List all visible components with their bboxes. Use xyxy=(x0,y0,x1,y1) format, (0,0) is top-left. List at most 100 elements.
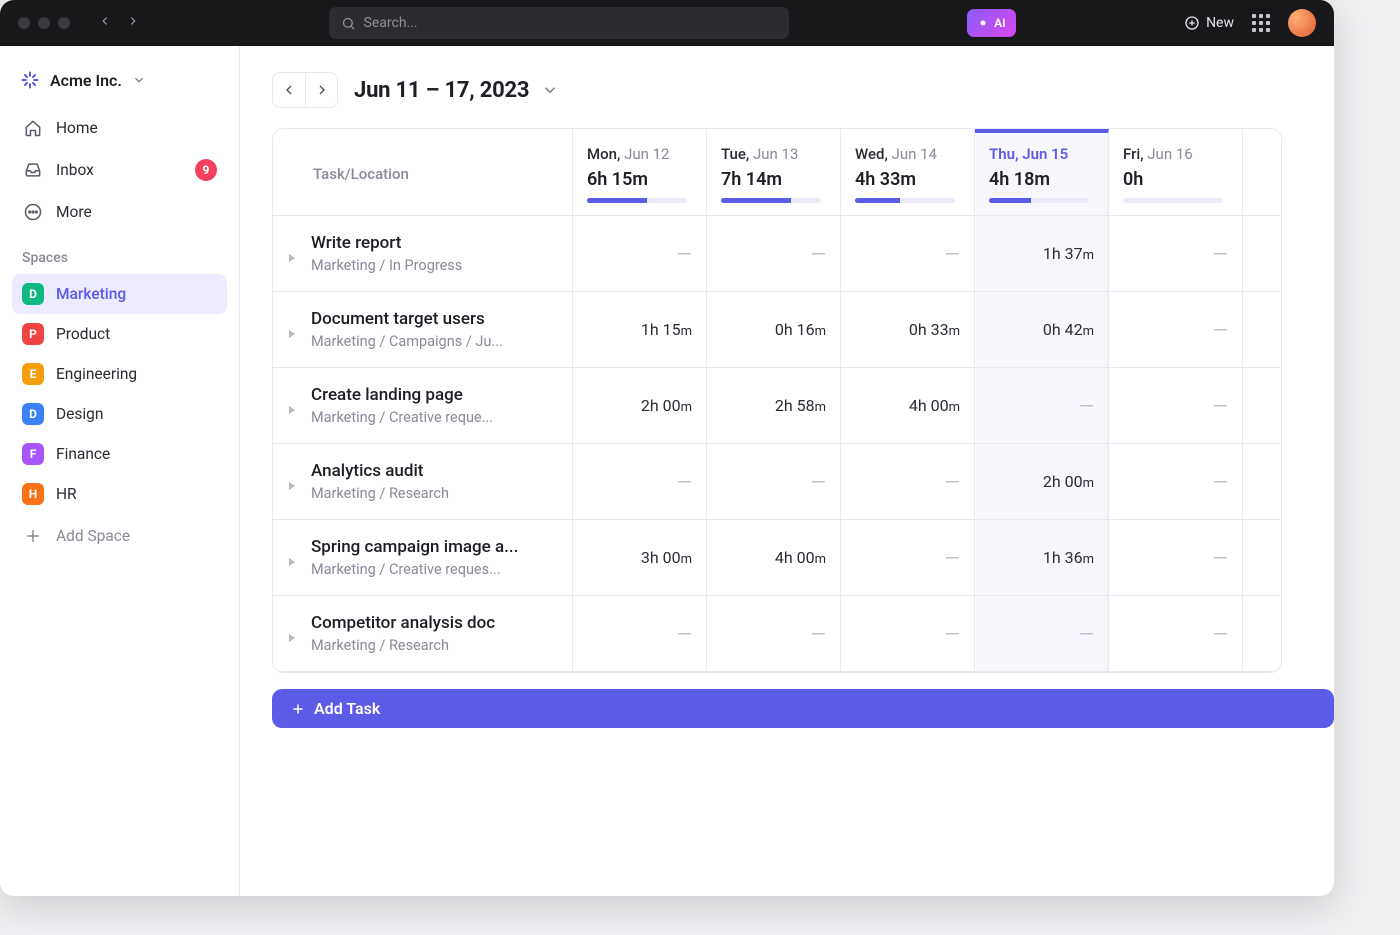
nav-inbox[interactable]: Inbox 9 xyxy=(12,150,227,190)
time-cell[interactable]: 1h 37m xyxy=(975,216,1109,292)
task-cell[interactable]: Document target usersMarketing / Campaig… xyxy=(273,292,573,368)
day-progress-bar xyxy=(721,198,821,203)
chevron-down-icon xyxy=(541,81,559,99)
time-cell[interactable]: — xyxy=(975,368,1109,444)
time-cell[interactable]: — xyxy=(841,596,975,672)
space-item[interactable]: E Engineering xyxy=(12,354,227,394)
day-column-header[interactable]: Wed, Jun 144h 33m xyxy=(841,129,975,216)
expand-caret-icon[interactable] xyxy=(287,476,299,488)
time-cell[interactable]: — xyxy=(573,444,707,520)
window-controls[interactable] xyxy=(18,17,70,29)
time-cell[interactable]: — xyxy=(1109,216,1243,292)
space-name: Finance xyxy=(56,445,110,463)
week-nav xyxy=(272,72,338,108)
ai-button[interactable]: AI xyxy=(967,9,1015,37)
task-cell[interactable]: Analytics auditMarketing / Research xyxy=(273,444,573,520)
workspace-logo-icon xyxy=(20,70,40,90)
table-row[interactable]: Document target usersMarketing / Campaig… xyxy=(273,292,1282,368)
day-column-header[interactable]: Thu, Jun 154h 18m xyxy=(975,129,1109,216)
time-cell[interactable]: 1h 15m xyxy=(573,292,707,368)
expand-caret-icon[interactable] xyxy=(287,324,299,336)
day-progress-bar xyxy=(587,198,687,203)
time-cell[interactable]: — xyxy=(1109,520,1243,596)
time-cell[interactable]: — xyxy=(1109,368,1243,444)
time-cell[interactable]: 2h 00m xyxy=(975,444,1109,520)
space-item[interactable]: FFinance xyxy=(12,434,227,474)
prev-week-button[interactable] xyxy=(273,73,305,107)
space-item[interactable]: HHR xyxy=(12,474,227,514)
apps-icon[interactable] xyxy=(1252,14,1270,32)
date-range[interactable]: Jun 11 – 17, 2023 xyxy=(354,78,559,103)
day-column-header[interactable]: Mon, Jun 126h 15m xyxy=(573,129,707,216)
workspace-name: Acme Inc. xyxy=(50,71,122,90)
table-row[interactable]: Analytics auditMarketing / Research———2h… xyxy=(273,444,1282,520)
space-item[interactable]: DDesign xyxy=(12,394,227,434)
time-cell[interactable]: 0h 42m xyxy=(975,292,1109,368)
history-nav xyxy=(98,14,140,32)
time-cell[interactable]: — xyxy=(841,216,975,292)
nav-more[interactable]: More xyxy=(12,192,227,232)
time-cell[interactable]: — xyxy=(1109,444,1243,520)
search-input[interactable]: Search... xyxy=(329,7,789,39)
next-week-button[interactable] xyxy=(305,73,337,107)
time-cell[interactable]: — xyxy=(573,596,707,672)
add-space-button[interactable]: Add Space xyxy=(12,516,227,556)
time-cell[interactable]: 4h 00m xyxy=(707,520,841,596)
table-row[interactable]: Competitor analysis docMarketing / Resea… xyxy=(273,596,1282,672)
space-name: Design xyxy=(56,405,103,423)
task-title: Analytics audit xyxy=(311,461,449,482)
forward-button[interactable] xyxy=(126,14,140,32)
task-title: Spring campaign image a... xyxy=(311,537,518,558)
task-path: Marketing / Research xyxy=(311,637,495,654)
expand-caret-icon[interactable] xyxy=(287,552,299,564)
table-row[interactable]: Create landing pageMarketing / Creative … xyxy=(273,368,1282,444)
day-progress-bar xyxy=(989,198,1089,203)
time-cell[interactable]: 0h 33m xyxy=(841,292,975,368)
expand-caret-icon[interactable] xyxy=(287,248,299,260)
nav-home[interactable]: Home xyxy=(12,108,227,148)
space-item[interactable]: PProduct xyxy=(12,314,227,354)
avatar[interactable] xyxy=(1288,9,1316,37)
task-cell[interactable]: Competitor analysis docMarketing / Resea… xyxy=(273,596,573,672)
time-cell[interactable]: — xyxy=(841,444,975,520)
time-cell[interactable]: 0h 16m xyxy=(707,292,841,368)
time-cell[interactable]: — xyxy=(1109,292,1243,368)
day-column-header[interactable]: Tue, Jun 137h 14m xyxy=(707,129,841,216)
time-cell[interactable]: 2h 00m xyxy=(573,368,707,444)
expand-caret-icon[interactable] xyxy=(287,628,299,640)
task-title: Document target users xyxy=(311,309,503,330)
back-button[interactable] xyxy=(98,14,112,32)
task-path: Marketing / In Progress xyxy=(311,257,462,274)
time-cell[interactable]: — xyxy=(707,216,841,292)
plus-icon xyxy=(22,525,44,547)
space-badge-icon: D xyxy=(22,283,44,305)
time-cell[interactable]: — xyxy=(707,596,841,672)
workspace-switcher[interactable]: Acme Inc. xyxy=(12,62,227,106)
time-cell[interactable]: — xyxy=(573,216,707,292)
date-header: Jun 11 – 17, 2023 xyxy=(240,72,1334,128)
new-button[interactable]: New xyxy=(1184,15,1234,31)
time-cell[interactable]: — xyxy=(841,520,975,596)
time-cell[interactable]: — xyxy=(707,444,841,520)
time-cell[interactable]: 2h 58m xyxy=(707,368,841,444)
task-cell[interactable]: Create landing pageMarketing / Creative … xyxy=(273,368,573,444)
time-cell[interactable]: — xyxy=(975,596,1109,672)
space-item[interactable]: DMarketing xyxy=(12,274,227,314)
inbox-icon xyxy=(22,159,44,181)
time-cell[interactable]: — xyxy=(1109,596,1243,672)
add-task-button[interactable]: Add Task xyxy=(272,689,1334,728)
task-cell[interactable]: Spring campaign image a... Marketing / Cr… xyxy=(273,520,573,596)
time-cell[interactable]: 1h 36m xyxy=(975,520,1109,596)
day-column-header[interactable]: Fri, Jun 160h xyxy=(1109,129,1243,216)
time-cell[interactable]: 3h 00m xyxy=(573,520,707,596)
time-cell[interactable]: 4h 00m xyxy=(841,368,975,444)
expand-caret-icon[interactable] xyxy=(287,400,299,412)
space-name: Product xyxy=(56,325,110,343)
space-name: Engineering xyxy=(56,365,137,383)
task-cell[interactable]: Write reportMarketing / In Progress xyxy=(273,216,573,292)
table-row[interactable]: Spring campaign image a... Marketing / Cr… xyxy=(273,520,1282,596)
task-path: Marketing / Creative reques... xyxy=(311,561,518,578)
table-row[interactable]: Write reportMarketing / In Progress———1h… xyxy=(273,216,1282,292)
space-badge-icon: E xyxy=(22,363,44,385)
inbox-badge: 9 xyxy=(195,159,217,181)
